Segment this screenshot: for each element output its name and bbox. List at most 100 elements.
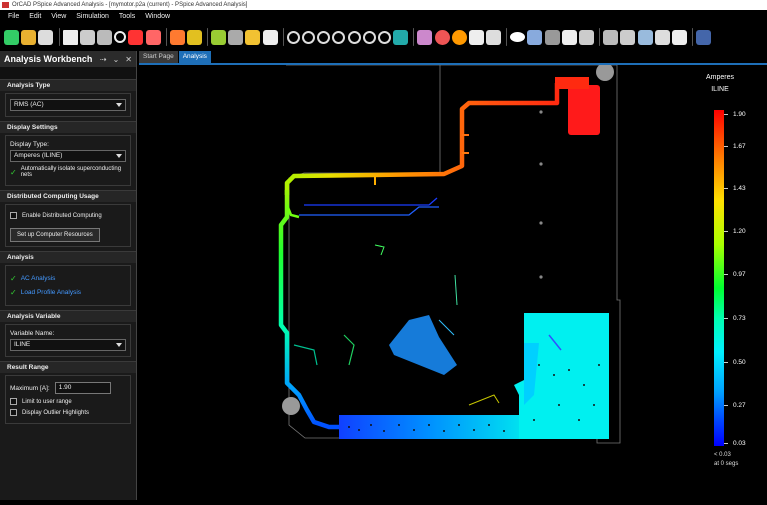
enable-distributed-checkbox[interactable]: Enable Distributed Computing	[10, 212, 126, 219]
contrast-icon[interactable]	[671, 29, 687, 45]
legend-tick-label: 1.43	[733, 185, 746, 192]
grid-icon[interactable]	[393, 29, 409, 45]
close-icon[interactable]: ✕	[125, 55, 132, 64]
legend-tick-mark	[724, 362, 728, 363]
check-icon: ✓	[10, 167, 17, 177]
options-gear-icon[interactable]	[228, 29, 244, 45]
print-icon[interactable]	[79, 29, 95, 45]
zoom-out-icon[interactable]	[317, 30, 331, 44]
analysis-type-value: RMS (AC)	[14, 101, 44, 108]
spectrum-icon[interactable]	[451, 29, 467, 45]
report-icon[interactable]	[486, 29, 502, 45]
menu-view[interactable]: View	[51, 10, 66, 23]
zoom-area-icon[interactable]	[332, 30, 346, 44]
distributed-body: Enable Distributed Computing Set up Comp…	[5, 204, 131, 247]
thin-trace	[454, 274, 458, 306]
display-type-value: Amperes (ILINE)	[14, 152, 63, 159]
menu-simulation[interactable]: Simulation	[76, 10, 109, 23]
pin-icon[interactable]: ⇢	[100, 55, 107, 64]
maximum-label: Maximum [A]:	[10, 384, 50, 392]
pcb-current-density-view[interactable]	[139, 63, 767, 500]
section-analysis-variable: Analysis Variable	[0, 310, 136, 322]
delete-icon[interactable]	[96, 29, 112, 45]
ac-analysis-label: AC Analysis	[20, 275, 56, 282]
analysis-canvas[interactable]	[139, 63, 767, 500]
document-icon[interactable]	[468, 29, 484, 45]
toolbar-separator	[599, 28, 601, 46]
tab-analysis[interactable]: Analysis	[178, 51, 211, 63]
toolbar-separator	[58, 28, 60, 46]
dropdown-icon[interactable]: ⌄	[113, 55, 120, 64]
mounting-hole	[282, 397, 300, 415]
chrome-icon[interactable]	[434, 29, 450, 45]
thin-trace	[299, 206, 439, 216]
auto-isolate-option[interactable]: ✓ Automatically isolate superconducting …	[10, 166, 126, 178]
analysis-workbench-panel: Analysis Workbench ⇢ ⌄ ✕ Analysis Type R…	[0, 51, 137, 500]
export-icon[interactable]	[696, 29, 712, 45]
save-icon[interactable]	[38, 29, 54, 45]
zoom-view-icon[interactable]	[637, 29, 653, 45]
zoom-all-icon[interactable]	[362, 30, 376, 44]
refresh-icon[interactable]	[114, 31, 127, 43]
menu-file[interactable]: File	[8, 10, 19, 23]
measure-icon[interactable]	[169, 29, 185, 45]
thin-trace	[293, 344, 318, 366]
menu-window[interactable]: Window	[145, 10, 170, 23]
add-icon[interactable]	[62, 29, 78, 45]
outlier-highlights-checkbox[interactable]: Display Outlier Highlights	[10, 409, 126, 416]
toolbar-separator	[413, 28, 415, 46]
components-icon[interactable]	[544, 29, 560, 45]
display-type-select[interactable]: Amperes (ILINE)	[10, 150, 126, 162]
wire-icon[interactable]	[245, 29, 261, 45]
thin-trace	[304, 197, 438, 206]
grid-view-icon[interactable]	[654, 29, 670, 45]
open-folder-icon[interactable]	[21, 29, 37, 45]
sun-icon[interactable]	[561, 29, 577, 45]
flip-icon[interactable]	[262, 29, 278, 45]
app-icon	[2, 2, 9, 8]
limit-user-range-checkbox[interactable]: Limit to user range	[10, 398, 126, 405]
ac-analysis-item[interactable]: ✓ AC Analysis	[10, 274, 126, 283]
variable-name-label: Variable Name:	[10, 330, 55, 337]
document-tabs: Start Page Analysis	[139, 51, 212, 63]
zoom-fit-icon[interactable]	[286, 30, 300, 44]
chevron-down-icon	[116, 154, 122, 158]
load-profile-item[interactable]: ✓ Load Profile Analysis	[10, 288, 126, 297]
star-icon[interactable]	[579, 29, 594, 45]
zoom-previous-icon[interactable]	[347, 30, 361, 44]
probe-icon[interactable]	[128, 29, 144, 45]
panel-title: Analysis Workbench	[4, 54, 93, 64]
image-icon[interactable]	[620, 29, 636, 45]
zoom-in-icon[interactable]	[302, 30, 315, 44]
analysis-type-select[interactable]: RMS (AC)	[10, 99, 126, 111]
setup-resources-button[interactable]: Set up Computer Resources	[10, 228, 100, 242]
legend-tick-mark	[724, 231, 728, 232]
maximum-input[interactable]: 1.90	[54, 382, 111, 394]
chip-icon[interactable]	[603, 29, 619, 45]
menu-tools[interactable]: Tools	[119, 10, 135, 23]
tab-start-page[interactable]: Start Page	[139, 51, 178, 63]
analysis-type-body: RMS (AC)	[5, 93, 131, 117]
probe-clear-icon[interactable]	[145, 29, 161, 45]
toolbar-separator	[506, 28, 508, 46]
zoom-redraw-icon[interactable]	[377, 30, 391, 44]
color-palette-icon[interactable]	[417, 29, 433, 45]
legend-tick-mark	[724, 405, 728, 406]
thin-trace	[374, 244, 385, 256]
eye-icon[interactable]	[510, 32, 526, 42]
menu-edit[interactable]: Edit	[29, 10, 41, 23]
layer-icon[interactable]	[186, 29, 202, 45]
section-distributed-computing: Distributed Computing Usage	[0, 190, 136, 202]
via	[539, 275, 543, 279]
panel-toolbar-strip	[0, 67, 136, 79]
settings-gear-icon[interactable]	[211, 29, 227, 45]
via	[539, 110, 543, 114]
legend-tick-label: 0.73	[733, 315, 746, 322]
section-analysis-type: Analysis Type	[0, 79, 136, 91]
variable-name-select[interactable]: ILINE	[10, 339, 126, 351]
high-current-pad-top	[555, 77, 589, 89]
analysis-variable-body: Variable Name: ILINE	[5, 324, 131, 357]
network-icon[interactable]	[527, 29, 543, 45]
new-file-icon[interactable]	[4, 29, 19, 45]
chevron-down-icon	[116, 343, 122, 347]
